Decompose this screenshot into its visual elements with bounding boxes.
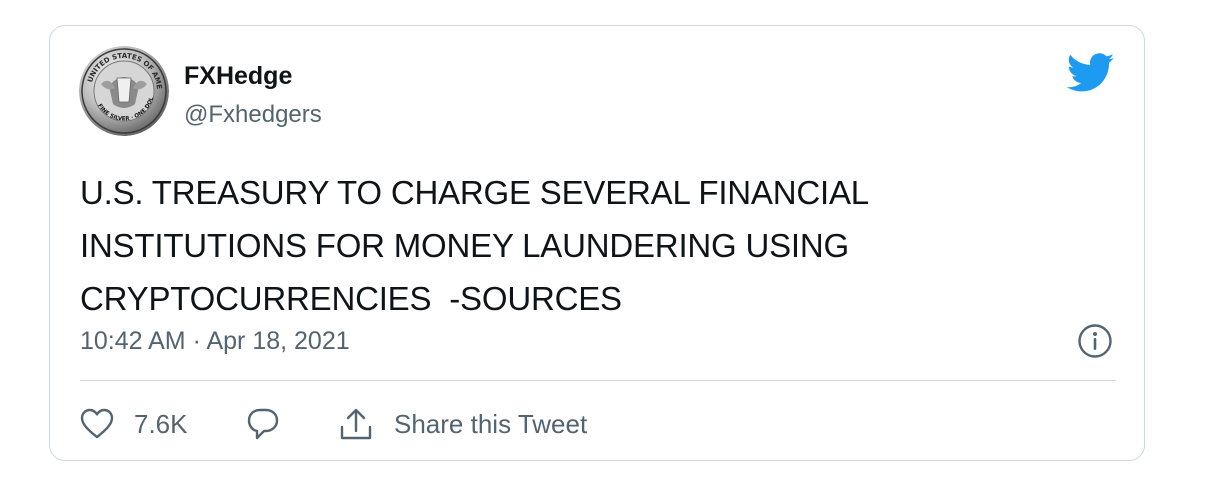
tweet-text: U.S. TREASURY TO CHARGE SEVERAL FINANCIA… bbox=[80, 174, 869, 317]
divider bbox=[80, 380, 1116, 381]
heart-icon bbox=[80, 408, 114, 440]
avatar[interactable]: UNITED STATES OF AMERICA FINE SILVER · O… bbox=[79, 46, 169, 136]
share-upload-icon bbox=[338, 407, 374, 441]
twitter-bird-icon[interactable] bbox=[1067, 53, 1115, 93]
tweet-timestamp[interactable]: 10:42 AM · Apr 18, 2021 bbox=[80, 324, 350, 358]
share-label: Share this Tweet bbox=[394, 408, 588, 439]
author-display-name[interactable]: FXHedge bbox=[184, 61, 292, 91]
info-icon[interactable] bbox=[1077, 323, 1113, 359]
reply-button[interactable] bbox=[246, 404, 280, 444]
silver-eagle-coin-image: UNITED STATES OF AMERICA FINE SILVER · O… bbox=[79, 46, 169, 136]
tweet-card[interactable]: UNITED STATES OF AMERICA FINE SILVER · O… bbox=[49, 25, 1145, 461]
like-button[interactable]: 7.6K bbox=[80, 404, 188, 444]
share-button[interactable]: Share this Tweet bbox=[338, 404, 587, 444]
like-count: 7.6K bbox=[134, 408, 188, 439]
author-handle[interactable]: @Fxhedgers bbox=[184, 100, 322, 130]
reply-bubble-icon bbox=[246, 407, 280, 441]
